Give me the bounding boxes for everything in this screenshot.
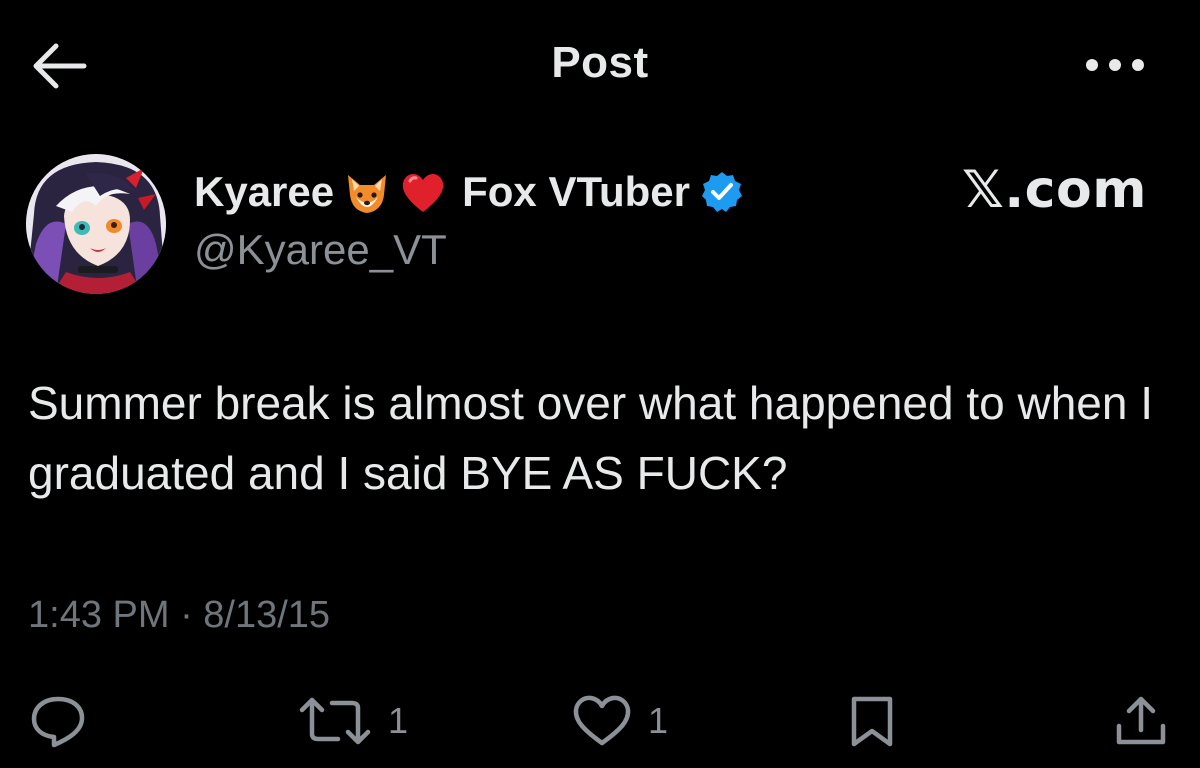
repost-count: 1	[388, 700, 409, 741]
verified-badge-icon	[700, 170, 744, 214]
like-button[interactable]: 1	[570, 694, 668, 748]
heart-outline-icon	[573, 695, 631, 746]
bookmark-button[interactable]	[846, 694, 898, 748]
more-options-button[interactable]	[1082, 50, 1148, 80]
author-name-first: Kyaree	[194, 168, 335, 215]
author-name-last: Fox VTuber	[462, 168, 691, 215]
avatar-image	[26, 154, 166, 294]
fox-face-emoji-icon	[342, 167, 392, 217]
reply-bubble-icon	[31, 696, 85, 748]
site-watermark: 𝕏.com	[962, 160, 1147, 220]
repost-icon	[299, 697, 371, 745]
author-handle[interactable]: @Kyaree_VT	[194, 226, 447, 274]
top-bar: Post	[0, 0, 1200, 130]
like-count: 1	[648, 700, 669, 741]
share-icon	[1116, 696, 1166, 745]
red-heart-emoji-icon	[398, 167, 448, 217]
post-timestamp[interactable]: 1:43 PM · 8/13/15	[28, 594, 330, 637]
page-title: Post	[551, 38, 649, 87]
repost-button[interactable]: 1	[296, 694, 408, 748]
author-display-name[interactable]: Kyaree Fox VTuber	[194, 162, 744, 222]
post-text: Summer break is almost over what happene…	[28, 377, 1154, 499]
reply-button[interactable]	[28, 694, 102, 748]
avatar[interactable]	[26, 154, 166, 294]
bookmark-icon	[851, 696, 893, 747]
more-horizontal-icon	[1086, 59, 1144, 71]
share-button[interactable]	[1112, 694, 1170, 748]
